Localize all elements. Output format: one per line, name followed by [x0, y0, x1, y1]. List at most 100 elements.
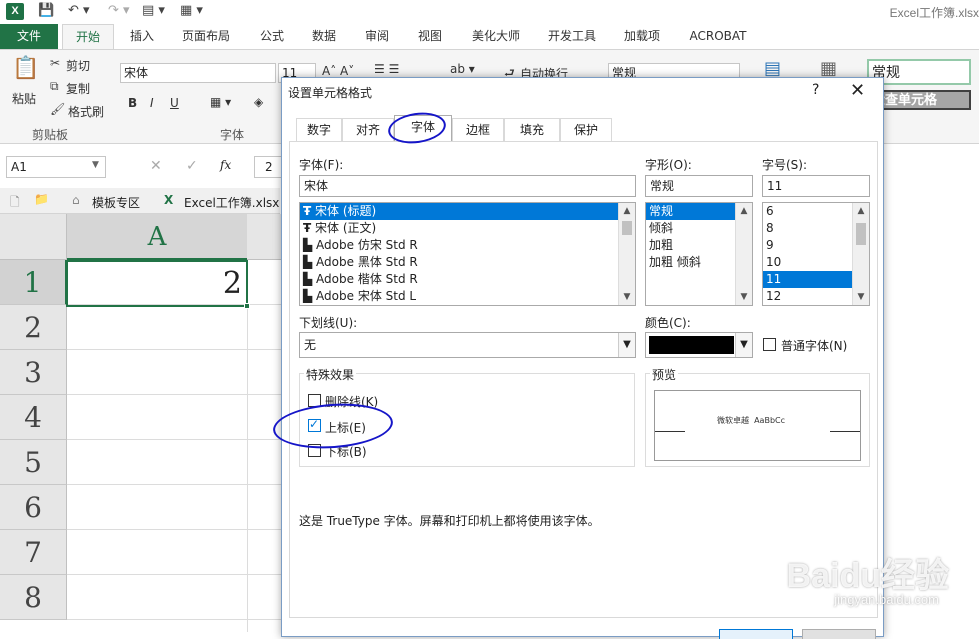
underline-select[interactable]: 无 ▼	[299, 332, 636, 358]
table-row[interactable]	[67, 305, 285, 350]
table-row[interactable]	[67, 350, 285, 395]
copy-icon[interactable]: ⧉	[50, 79, 59, 94]
scrollbar[interactable]: ▲ ▼	[618, 203, 635, 305]
row-header-6[interactable]: 6	[0, 485, 67, 530]
clipboard-group-label: 剪贴板	[32, 128, 69, 142]
format-painter-button[interactable]: 格式刷	[68, 103, 104, 120]
table-row[interactable]	[67, 440, 285, 485]
cut-button[interactable]: 剪切	[66, 57, 90, 74]
borders-icon[interactable]: ▦ ▾	[210, 95, 231, 109]
chevron-down-icon[interactable]: ▼	[618, 333, 635, 357]
help-button[interactable]: ?	[812, 82, 819, 98]
select-all-corner[interactable]	[0, 214, 67, 260]
paste-icon[interactable]: 📋	[12, 56, 39, 81]
conditional-format-icon[interactable]: ▤	[764, 58, 781, 79]
font-name-input[interactable]: 宋体	[299, 175, 636, 197]
formula-input[interactable]: 2	[254, 156, 284, 178]
tab-acrobat[interactable]: ACROBAT	[680, 24, 756, 49]
print-preview-icon[interactable]: ▤ ▾	[142, 3, 165, 21]
cancel-button[interactable]	[802, 629, 876, 639]
tab-view[interactable]: 视图	[408, 24, 452, 49]
chevron-down-icon[interactable]: ▼	[735, 333, 752, 357]
fill-color-icon[interactable]: ◈	[254, 95, 263, 109]
font-name-list[interactable]: Ŧ 宋体 (标题) Ŧ 宋体 (正文) ▙ Adobe 仿宋 Std R ▙ A…	[299, 202, 636, 306]
tab-addins[interactable]: 加载项	[614, 24, 670, 49]
tab-beautify[interactable]: 美化大师	[462, 24, 530, 49]
tab-border[interactable]: 边框	[452, 118, 504, 142]
list-item[interactable]: 常规	[646, 203, 736, 220]
font-size-list[interactable]: 6 8 9 10 11 12 ▲ ▼	[762, 202, 870, 306]
list-item[interactable]: ▙ Adobe 楷体 Std R	[300, 271, 635, 288]
tab-page-layout[interactable]: 页面布局	[172, 24, 240, 49]
column-header-a[interactable]: A	[67, 214, 247, 260]
tab-data[interactable]: 数据	[302, 24, 346, 49]
italic-button[interactable]: I	[150, 96, 154, 110]
table-format-icon[interactable]: ▦	[820, 58, 837, 79]
cell-a1[interactable]: 2	[66, 260, 248, 307]
tab-formulas[interactable]: 公式	[250, 24, 294, 49]
tab-protection[interactable]: 保护	[560, 118, 612, 142]
ok-button[interactable]	[719, 629, 793, 639]
row-header-7[interactable]: 7	[0, 530, 67, 575]
bold-button[interactable]: B	[128, 96, 137, 110]
format-painter-icon[interactable]: 🖌	[50, 102, 65, 116]
save-icon[interactable]: 💾	[38, 3, 54, 21]
home-icon[interactable]: ⌂	[72, 193, 80, 207]
font-name-box[interactable]: 宋体	[120, 63, 276, 83]
color-select[interactable]: ▼	[645, 332, 753, 358]
copy-button[interactable]: 复制	[66, 80, 90, 97]
tab-review[interactable]: 审阅	[355, 24, 399, 49]
scrollbar[interactable]: ▲ ▼	[852, 203, 869, 305]
excel-file-icon: X	[164, 193, 174, 207]
list-item[interactable]: ▙ Adobe 仿宋 Std R	[300, 237, 635, 254]
list-item[interactable]: Ŧ 宋体 (正文)	[300, 220, 635, 237]
list-item[interactable]: Ŧ 宋体 (标题)	[300, 203, 635, 220]
new-doc-icon[interactable]: 🗋	[10, 193, 20, 214]
list-item[interactable]: ▙ Adobe 宋体 Std L	[300, 288, 635, 305]
form-icon[interactable]: ▦ ▾	[180, 3, 203, 21]
row-header-1[interactable]: 1	[0, 260, 67, 305]
table-row[interactable]	[67, 485, 285, 530]
row-header-8[interactable]: 8	[0, 575, 67, 620]
row-header-2[interactable]: 2	[0, 305, 67, 350]
workbook-tab[interactable]: Excel工作簿.xlsx	[184, 194, 279, 211]
paste-button[interactable]: 粘贴	[12, 90, 36, 107]
tab-developer[interactable]: 开发工具	[538, 24, 606, 49]
template-tab[interactable]: 模板专区	[92, 194, 140, 211]
font-style-input[interactable]: 常规	[645, 175, 753, 197]
cancel-icon[interactable]: ✕	[150, 158, 162, 174]
column-header-b[interactable]	[247, 214, 285, 260]
tab-file[interactable]: 文件	[0, 24, 58, 49]
grow-font-icon[interactable]: A˄ A˅	[322, 64, 354, 78]
close-icon[interactable]: ✕	[850, 80, 865, 101]
cut-icon[interactable]: ✂	[50, 56, 60, 70]
row-header-3[interactable]: 3	[0, 350, 67, 395]
font-style-list[interactable]: 常规 倾斜 加粗 加粗 倾斜 ▲ ▼	[645, 202, 753, 306]
enter-icon[interactable]: ✓	[186, 158, 198, 174]
scrollbar[interactable]: ▲ ▼	[735, 203, 752, 305]
tab-insert[interactable]: 插入	[120, 24, 164, 49]
table-row[interactable]	[67, 530, 285, 575]
tab-alignment[interactable]: 对齐	[342, 118, 394, 142]
open-folder-icon[interactable]: 📁	[34, 192, 49, 206]
list-item[interactable]: 11	[763, 271, 853, 288]
redo-icon[interactable]: ↷ ▾	[108, 3, 130, 21]
align-icon[interactable]: ☰ ☰	[374, 62, 399, 76]
tab-fill[interactable]: 填充	[504, 118, 560, 142]
list-item[interactable]: ▙ Adobe 黑体 Std R	[300, 254, 635, 271]
name-box-dropdown-icon[interactable]: ▼	[92, 160, 99, 170]
tab-home[interactable]: 开始	[62, 24, 114, 49]
row-header-4[interactable]: 4	[0, 395, 67, 440]
undo-icon[interactable]: ↶ ▾	[68, 3, 90, 21]
underline-button[interactable]: U	[170, 96, 179, 110]
fill-handle[interactable]	[244, 303, 250, 309]
table-row[interactable]	[67, 395, 285, 440]
tab-number[interactable]: 数字	[296, 118, 342, 142]
normal-font-checkbox[interactable]	[763, 338, 776, 351]
table-row[interactable]	[67, 575, 285, 620]
font-size-input[interactable]: 11	[762, 175, 870, 197]
orientation-icon[interactable]: ab ▾	[450, 62, 475, 76]
insert-function-icon[interactable]: fx	[220, 158, 231, 172]
row-header-5[interactable]: 5	[0, 440, 67, 485]
name-box[interactable]: A1	[6, 156, 106, 178]
